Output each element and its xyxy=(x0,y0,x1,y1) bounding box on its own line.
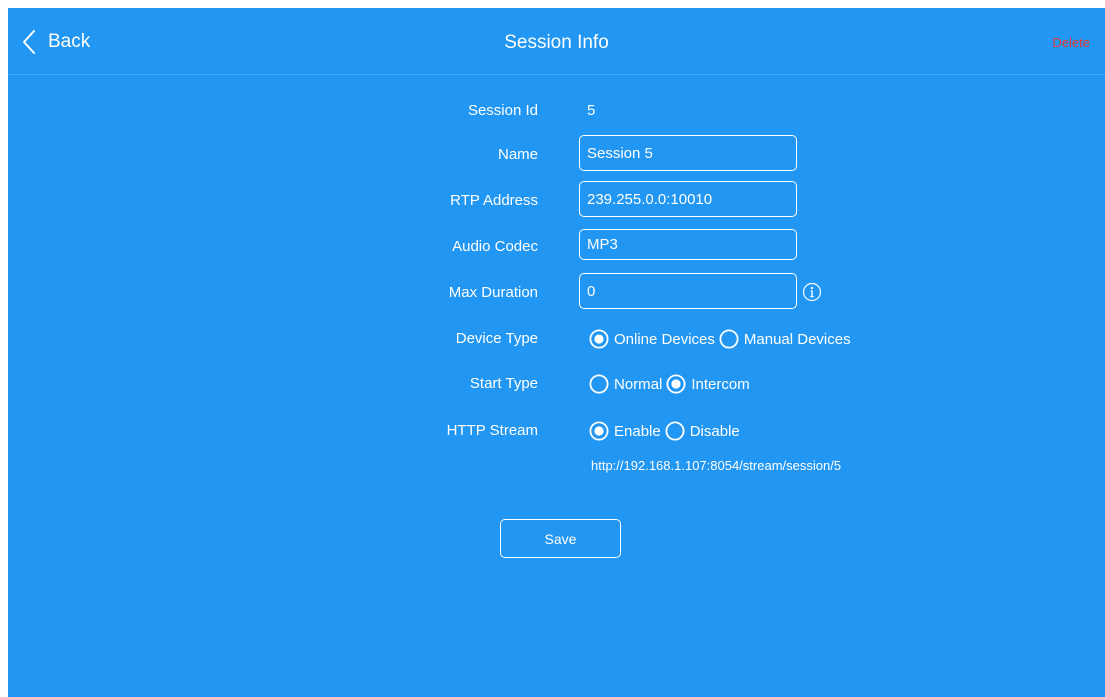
stream-url: http://192.168.1.107:8054/stream/session… xyxy=(591,458,842,473)
session-info-screen: Back Session Info Delete Session Id 5 Na… xyxy=(8,8,1105,697)
max-duration-field[interactable]: 0 xyxy=(579,273,797,309)
http-stream-disable-radio[interactable]: Disable xyxy=(665,421,740,441)
device-type-online-radio[interactable]: Online Devices xyxy=(589,329,715,349)
delete-button[interactable]: Delete xyxy=(1052,34,1090,52)
session-id-label: Session Id xyxy=(467,102,538,119)
radio-checked-icon xyxy=(666,374,691,394)
start-type-label: Start Type xyxy=(469,375,538,392)
radio-unchecked-icon xyxy=(719,329,744,349)
radio-unchecked-icon xyxy=(665,421,690,441)
http-stream-label: HTTP Stream xyxy=(446,422,538,439)
start-type-normal-label: Normal xyxy=(614,375,663,393)
start-type-intercom-radio[interactable]: Intercom xyxy=(666,374,750,394)
page-title: Session Info xyxy=(504,32,609,53)
name-label: Name xyxy=(497,146,538,163)
device-type-manual-radio[interactable]: Manual Devices xyxy=(719,329,851,349)
device-type-radio-group: Online Devices Manual Devices xyxy=(589,328,851,350)
max-duration-label: Max Duration xyxy=(448,284,538,301)
device-type-label: Device Type xyxy=(455,330,538,347)
http-stream-enable-radio[interactable]: Enable xyxy=(589,421,661,441)
http-stream-enable-label: Enable xyxy=(614,422,661,440)
start-type-radio-group: Normal Intercom xyxy=(589,373,750,395)
session-id-value: 5 xyxy=(587,102,596,119)
start-type-normal-radio[interactable]: Normal xyxy=(589,374,662,394)
rtp-address-field[interactable]: 239.255.0.0:10010 xyxy=(579,181,797,217)
info-icon[interactable] xyxy=(802,282,822,302)
audio-codec-field[interactable]: MP3 xyxy=(579,229,797,260)
start-type-intercom-label: Intercom xyxy=(691,375,750,393)
rtp-address-label: RTP Address xyxy=(450,192,538,209)
name-field[interactable]: Session 5 xyxy=(579,135,797,171)
http-stream-disable-label: Disable xyxy=(689,422,740,440)
radio-checked-icon xyxy=(589,329,614,349)
device-type-manual-label: Manual Devices xyxy=(743,330,851,348)
save-button[interactable]: Save xyxy=(500,519,621,558)
radio-unchecked-icon xyxy=(589,374,614,394)
http-stream-radio-group: Enable Disable xyxy=(589,420,740,442)
app-header: Back Session Info Delete xyxy=(8,8,1105,75)
device-type-online-label: Online Devices xyxy=(614,330,715,348)
audio-codec-label: Audio Codec xyxy=(452,238,538,255)
radio-checked-icon xyxy=(589,421,614,441)
